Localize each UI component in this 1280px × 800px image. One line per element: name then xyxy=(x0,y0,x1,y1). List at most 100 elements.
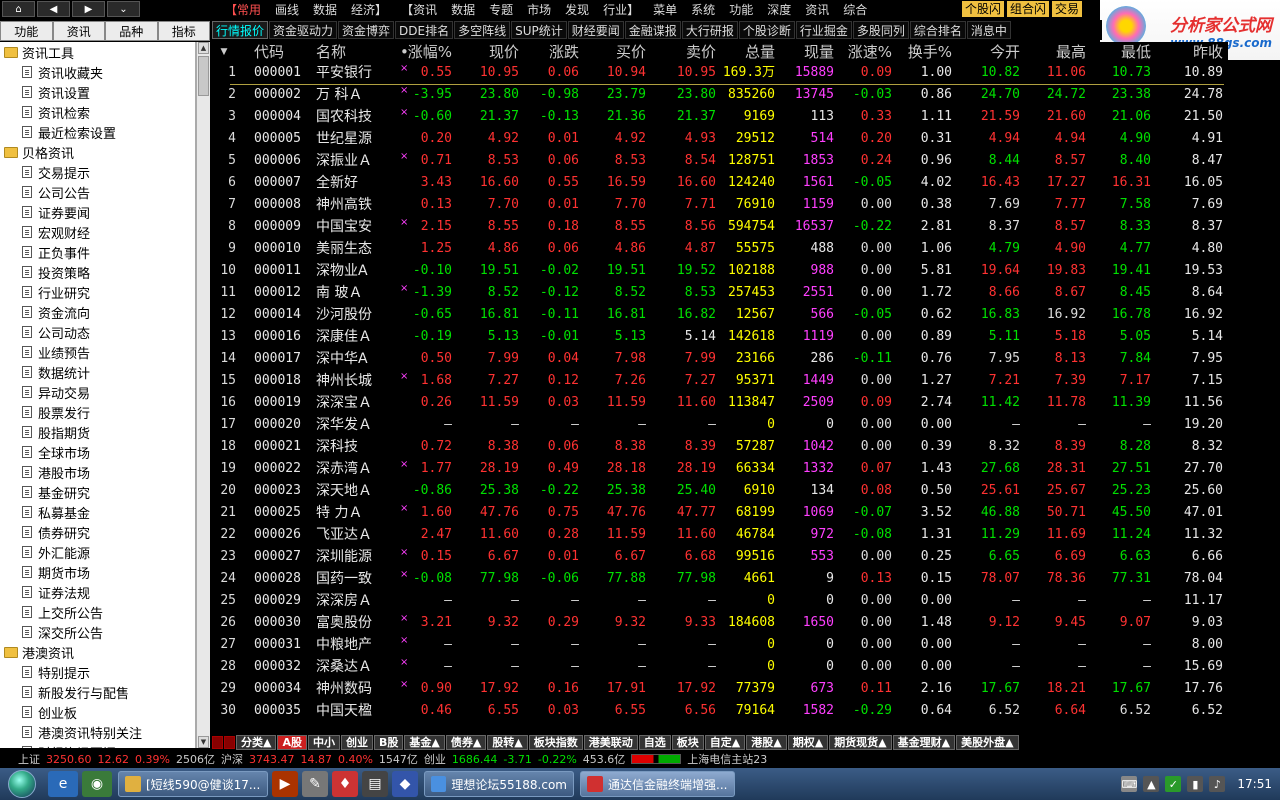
market-tab-12[interactable]: 综合排名 xyxy=(909,21,966,39)
tree-item[interactable]: 私募基金 xyxy=(0,502,195,522)
table-row[interactable]: 1 000001 平安银行 × 0.55 10.95 0.06 10.94 10.95 169.3… xyxy=(212,62,1228,84)
app-icon-stock[interactable]: ▤ xyxy=(362,771,388,797)
tree-folder[interactable]: 贝格资讯 xyxy=(0,142,195,162)
trade-button[interactable]: 交易 xyxy=(1052,1,1083,17)
stock-flash-button[interactable]: 个股闪 xyxy=(962,1,1005,17)
taskbar-item-browser[interactable]: 理想论坛55188.com xyxy=(424,771,574,797)
tree-item[interactable]: 证券法规 xyxy=(0,582,195,602)
header-col-prev-close[interactable]: 昨收 xyxy=(1167,42,1223,62)
header-col-turnover[interactable]: 换手% xyxy=(902,42,952,62)
table-row[interactable]: 10 000011 深物业A -0.10 19.51 -0.02 19.51 19.52 102… xyxy=(212,260,1228,282)
market-tab-4[interactable]: 多空阵线 xyxy=(454,21,511,39)
category-tab-16[interactable]: 基金理财▲ xyxy=(892,734,956,750)
menu-item-15[interactable]: 综合 xyxy=(843,1,867,18)
menu-item-10[interactable]: 菜单 xyxy=(653,1,677,18)
menu-item-11[interactable]: 系统 xyxy=(691,1,715,18)
category-tab-5[interactable]: 基金▲ xyxy=(404,734,445,750)
menu-item-13[interactable]: 深度 xyxy=(767,1,791,18)
tree-item[interactable]: 交易提示 xyxy=(0,162,195,182)
header-col-low[interactable]: 最低 xyxy=(1097,42,1151,62)
security-icon[interactable]: ✓ xyxy=(1165,776,1182,792)
menu-item-4[interactable]: 【资讯 xyxy=(401,1,437,18)
table-row[interactable]: 15 000018 神州长城 × 1.68 7.27 0.12 7.26 7.27 95371 14… xyxy=(212,370,1228,392)
menu-item-7[interactable]: 市场 xyxy=(527,1,551,18)
tab-scroll-right-icon[interactable] xyxy=(224,735,235,749)
market-tab-13[interactable]: 消息中 xyxy=(966,21,1011,39)
tools-icon[interactable]: ✎ xyxy=(302,771,328,797)
header-col-code[interactable]: 代码 xyxy=(254,42,306,62)
header-col-ask[interactable]: 卖价 xyxy=(654,42,716,62)
media-player-icon[interactable]: ▶ xyxy=(272,771,298,797)
category-tab-14[interactable]: 期权▲ xyxy=(787,734,829,750)
market-tab-2[interactable]: 资金博弈 xyxy=(338,21,395,39)
category-tab-0[interactable]: 分类▲ xyxy=(236,734,277,750)
table-row[interactable]: 16 000019 深深宝Ａ 0.26 11.59 0.03 11.59 11.60 11384… xyxy=(212,392,1228,414)
market-tab-7[interactable]: 金融谍报 xyxy=(624,21,681,39)
tree-item[interactable]: 股票发行 xyxy=(0,402,195,422)
table-row[interactable]: 17 000020 深华发Ａ – – – – – 0 0 0.00 0.00 – – – 19.20 xyxy=(212,414,1228,436)
table-row[interactable]: 3 000004 国农科技 × -0.60 21.37 -0.13 21.36 21.37 916… xyxy=(212,106,1228,128)
menu-item-0[interactable]: 【常用 xyxy=(225,1,261,18)
tree-item[interactable]: 深交所公告 xyxy=(0,622,195,642)
header-col-current[interactable]: 现量 xyxy=(782,42,834,62)
tree-item[interactable]: 行业研究 xyxy=(0,282,195,302)
ie-icon[interactable]: e xyxy=(48,771,78,797)
tree-item[interactable]: 投资策略 xyxy=(0,262,195,282)
table-row[interactable]: 13 000016 深康佳Ａ -0.19 5.13 -0.01 5.13 5.14 142618… xyxy=(212,326,1228,348)
tree-item[interactable]: 特别提示 xyxy=(0,662,195,682)
tree-item[interactable]: 港澳资讯特别关注 xyxy=(0,722,195,742)
tree-item[interactable]: 最近检索设置 xyxy=(0,122,195,142)
tree-item[interactable]: 证券要闻 xyxy=(0,202,195,222)
category-tab-15[interactable]: 期货现货▲ xyxy=(829,734,892,750)
table-row[interactable]: 5 000006 深振业Ａ × 0.71 8.53 0.06 8.53 8.54 128751 18… xyxy=(212,150,1228,172)
table-row[interactable]: 11 000012 南 玻Ａ × -1.39 8.52 -0.12 8.52 8.53 25745… xyxy=(212,282,1228,304)
tree-item[interactable]: 正负事件 xyxy=(0,242,195,262)
category-tab-4[interactable]: B股 xyxy=(373,734,404,750)
table-row[interactable]: 27 000031 中粮地产 × – – – – –0 0 0.00 0.00– – –8.00 xyxy=(212,634,1228,656)
header-col-open[interactable]: 今开 xyxy=(967,42,1020,62)
volume-icon[interactable]: ♪ xyxy=(1209,776,1226,792)
tree-item[interactable]: 异动交易 xyxy=(0,382,195,402)
chevron-up-icon[interactable]: ▲ xyxy=(1143,776,1160,792)
table-row[interactable]: 20 000023 深天地Ａ -0.86 25.38 -0.22 25.38 25.40 691… xyxy=(212,480,1228,502)
tab-function[interactable]: 功能 xyxy=(0,21,53,41)
table-row[interactable]: 8 000009 中国宝安 × 2.15 8.55 0.18 8.55 8.56 594754 16… xyxy=(212,216,1228,238)
table-row[interactable]: 12 000014 沙河股份 -0.65 16.81 -0.11 16.81 16.82 125… xyxy=(212,304,1228,326)
clock[interactable]: 17:51 xyxy=(1237,777,1272,791)
category-tab-8[interactable]: 板块指数 xyxy=(528,734,583,750)
tree-item[interactable]: 资讯检索 xyxy=(0,102,195,122)
header-col-change[interactable]: 涨跌 xyxy=(527,42,579,62)
tree-folder[interactable]: 资讯工具 xyxy=(0,42,195,62)
tree-item[interactable]: 港股市场 xyxy=(0,462,195,482)
tree-item[interactable]: 期货市场 xyxy=(0,562,195,582)
market-tab-3[interactable]: DDE排名 xyxy=(395,21,454,39)
scroll-down-icon[interactable]: ▼ xyxy=(198,736,209,748)
scroll-thumb[interactable] xyxy=(198,56,209,96)
tree-item[interactable]: 资讯收藏夹 xyxy=(0,62,195,82)
tab-news[interactable]: 资讯 xyxy=(52,21,105,41)
table-row[interactable]: 14 000017 深中华A 0.50 7.99 0.04 7.98 7.99 23166 286… xyxy=(212,348,1228,370)
taskbar-item-tdx[interactable]: 通达信金融终端增强... xyxy=(580,771,735,797)
menu-item-9[interactable]: 行业】 xyxy=(603,1,639,18)
market-tab-6[interactable]: 财经要闻 xyxy=(567,21,624,39)
menu-item-5[interactable]: 数据 xyxy=(451,1,475,18)
market-tab-5[interactable]: SUP统计 xyxy=(511,21,567,39)
category-tab-6[interactable]: 债券▲ xyxy=(445,734,487,750)
category-tab-1[interactable]: A股 xyxy=(277,734,307,750)
back-icon[interactable]: ◀ xyxy=(37,1,70,17)
header-col-speed[interactable]: 涨速% xyxy=(840,42,892,62)
category-tab-7[interactable]: 股转▲ xyxy=(487,734,528,750)
tab-indicator[interactable]: 指标 xyxy=(157,21,210,41)
category-tab-11[interactable]: 板块 xyxy=(671,734,704,750)
tab-scroll-left-icon[interactable] xyxy=(212,735,223,749)
sidebar-scrollbar[interactable]: ▲ ▼ xyxy=(196,42,210,748)
home-icon[interactable]: ⌂ xyxy=(2,1,35,17)
tree-item[interactable]: 债券研究 xyxy=(0,522,195,542)
table-row[interactable]: 25 000029 深深房Ａ – – – – – 0 0 0.00 0.00 – – – 11.17 xyxy=(212,590,1228,612)
tree-item[interactable]: 公司公告 xyxy=(0,182,195,202)
table-row[interactable]: 18 000021 深科技 0.72 8.38 0.06 8.38 8.39 57287 1042… xyxy=(212,436,1228,458)
table-row[interactable]: 9 000010 美丽生态 1.25 4.86 0.06 4.86 4.87 55575 488 0… xyxy=(212,238,1228,260)
keyboard-icon[interactable]: ⌨ xyxy=(1121,776,1138,792)
tree-item[interactable]: 资讯设置 xyxy=(0,82,195,102)
table-row[interactable]: 19 000022 深赤湾Ａ × 1.77 28.19 0.49 28.18 28.19 6633… xyxy=(212,458,1228,480)
